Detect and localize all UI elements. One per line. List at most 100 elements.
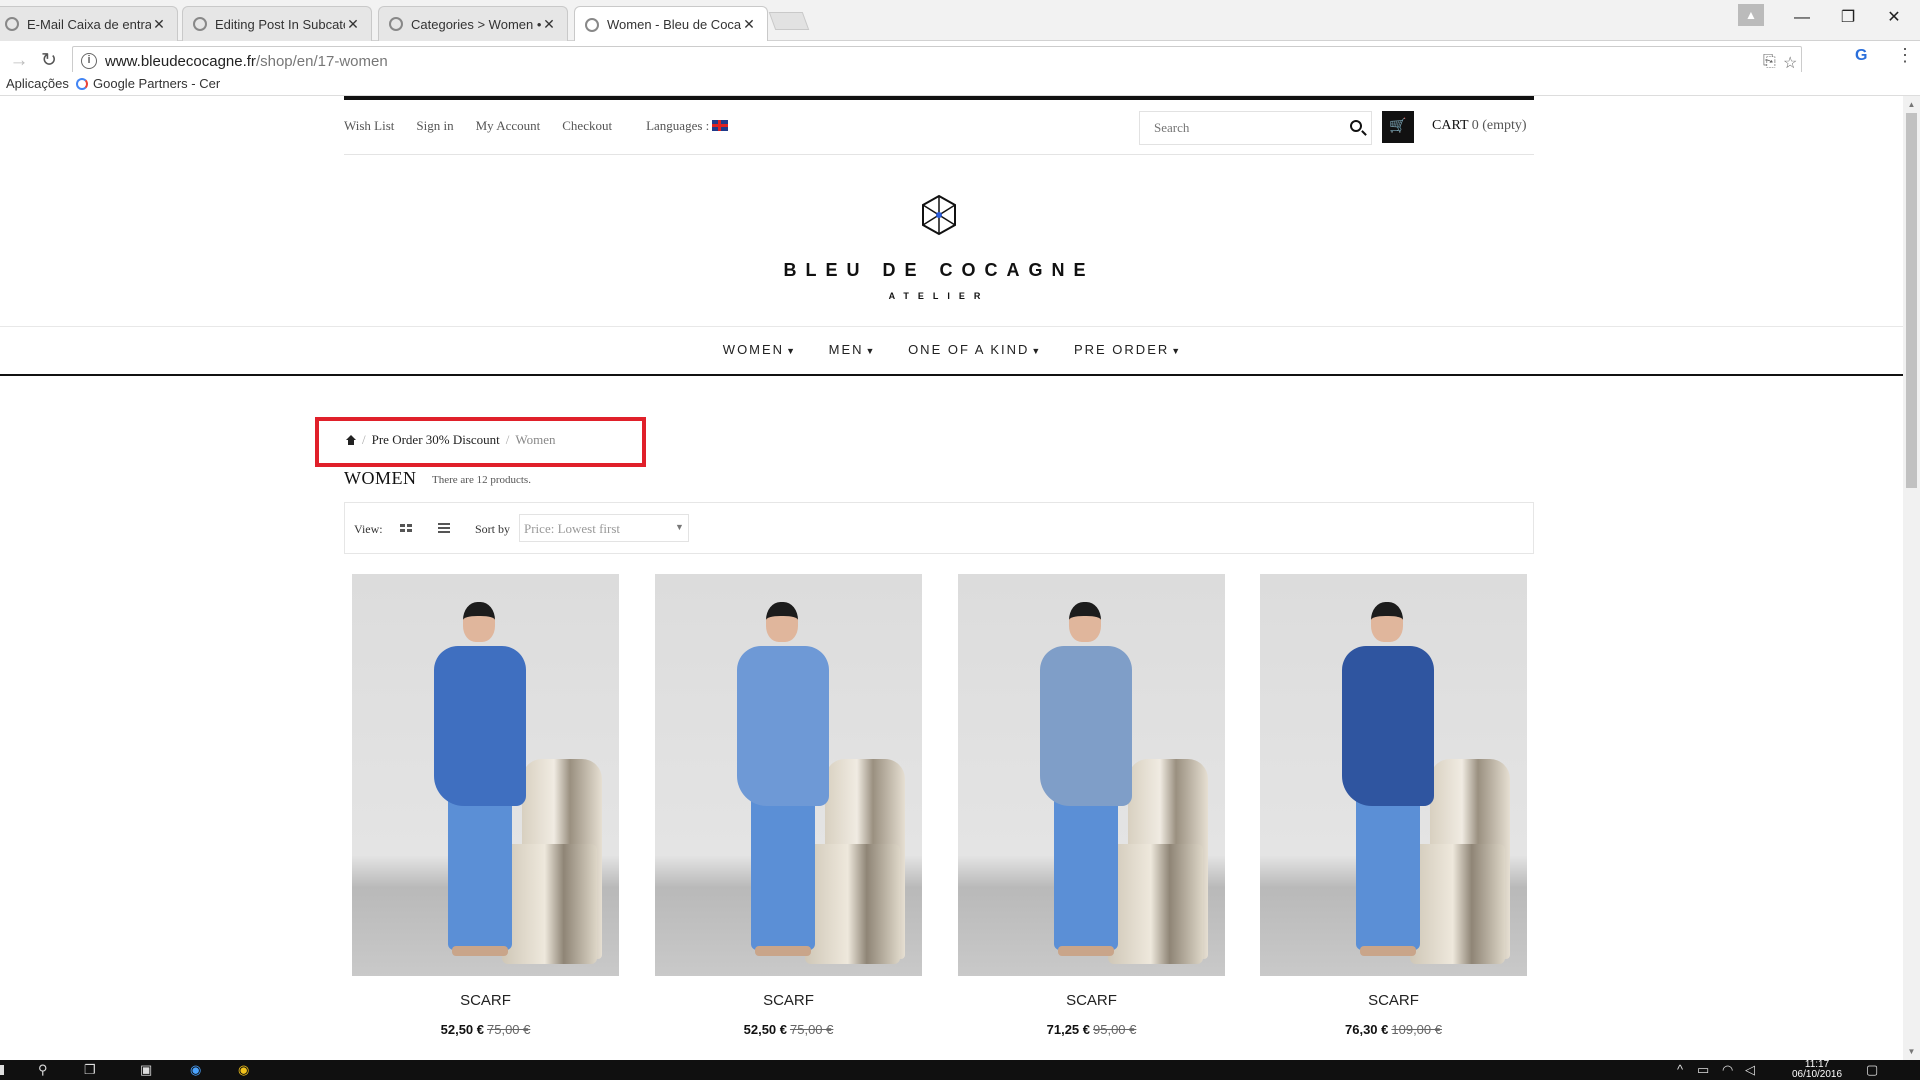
product-count: There are 12 products. [432, 474, 531, 486]
product-image[interactable] [655, 574, 922, 976]
search-icon[interactable] [1350, 120, 1362, 132]
checkout-link[interactable]: Checkout [562, 118, 612, 138]
product-price: 71,25 € [1046, 1022, 1090, 1037]
close-window-button[interactable]: ✕ [1872, 4, 1916, 32]
minimize-button[interactable]: — [1780, 4, 1824, 32]
back-arrow-icon[interactable]: → [6, 48, 32, 74]
image-detail [755, 946, 811, 956]
image-detail [737, 646, 829, 806]
site-favicon-icon [193, 17, 207, 31]
product-old-price: 109,00 € [1391, 1022, 1442, 1037]
translate-extension-icon[interactable]: G [1855, 47, 1867, 65]
clock-date: 06/10/2016 [1792, 1069, 1843, 1080]
page-viewport: Wish List Sign in My Account Checkout La… [0, 96, 1903, 1060]
close-icon[interactable]: ✕ [741, 16, 757, 33]
home-icon[interactable] [346, 435, 356, 445]
menu-item-one-of-a-kind[interactable]: ONE OF A KIND ▼ [908, 342, 1040, 357]
scroll-down-icon[interactable]: ▼ [1903, 1043, 1920, 1060]
menu-item-women[interactable]: WOMEN ▼ [723, 342, 795, 357]
grid-view-icon[interactable] [400, 524, 412, 532]
my-account-link[interactable]: My Account [476, 118, 541, 138]
browser-menu-icon[interactable]: ⋮ [1896, 45, 1914, 66]
product-name[interactable]: SCARF [958, 992, 1225, 1009]
reload-icon[interactable]: ↻ [36, 48, 62, 74]
product-name[interactable]: SCARF [352, 992, 619, 1009]
product-name[interactable]: SCARF [1260, 992, 1527, 1009]
image-detail [1069, 602, 1101, 642]
sort-label: Sort by [475, 522, 511, 536]
browser-tab[interactable]: Editing Post In Subcateg ✕ [182, 6, 372, 41]
image-detail [452, 946, 508, 956]
sort-select[interactable]: Price: Lowest first [519, 514, 689, 542]
caret-down-icon: ▼ [1031, 346, 1041, 356]
browser-tab[interactable]: Categories > Women • B ✕ [378, 6, 568, 41]
browser-tab-active[interactable]: Women - Bleu de Cocag ✕ [574, 6, 768, 42]
restore-button[interactable]: ❐ [1826, 4, 1870, 32]
tab-title: Editing Post In Subcateg [215, 16, 345, 32]
wishlist-link[interactable]: Wish List [344, 118, 394, 138]
browser-tab-bar: E-Mail Caixa de entrada ✕ Editing Post I… [0, 0, 1920, 42]
product-prices: 52,50 €75,00 € [352, 1022, 619, 1037]
product-price: 76,30 € [1345, 1022, 1389, 1037]
caret-down-icon: ▼ [865, 346, 875, 356]
brand-name[interactable]: BLEU DE COCAGNE [700, 260, 1178, 281]
bookmark-label: Google Partners - Cer [93, 76, 221, 91]
close-icon[interactable]: ✕ [151, 16, 167, 33]
product-image[interactable] [352, 574, 619, 976]
bookmark-star-icon[interactable]: ☆ [1783, 53, 1797, 73]
product-prices: 52,50 €75,00 € [655, 1022, 922, 1037]
cart-summary[interactable]: CART 0 (empty) [1432, 118, 1527, 134]
image-detail [805, 844, 900, 964]
product-price: 52,50 € [440, 1022, 484, 1037]
volume-icon[interactable]: ◁ [1745, 1062, 1755, 1078]
tray-chevron-icon[interactable]: ^ [1677, 1062, 1683, 1078]
browser-tab[interactable]: E-Mail Caixa de entrada ✕ [0, 6, 178, 41]
header-top-border [344, 96, 1534, 100]
caret-down-icon: ▼ [786, 346, 795, 356]
close-icon[interactable]: ✕ [345, 16, 361, 33]
close-icon[interactable]: ✕ [541, 16, 557, 33]
search-input[interactable] [1140, 112, 1340, 144]
brand-logo-icon[interactable] [920, 194, 958, 236]
bookmark-google-partners[interactable]: Google Partners - Cer [76, 76, 220, 91]
product-name[interactable]: SCARF [655, 992, 922, 1009]
translate-icon[interactable]: ⎘ [1763, 53, 1776, 71]
windows-start-icon[interactable] [0, 1065, 4, 1075]
info-icon[interactable]: i [81, 53, 97, 69]
scroll-up-icon[interactable]: ▲ [1903, 96, 1920, 113]
breadcrumb-separator: / [505, 432, 510, 447]
header-divider [344, 154, 1534, 155]
caret-down-icon: ▼ [675, 522, 684, 532]
menu-item-pre-order[interactable]: PRE ORDER ▼ [1074, 342, 1180, 357]
language-selector[interactable]: Languages : [646, 118, 729, 138]
menu-item-men[interactable]: MEN ▼ [829, 342, 875, 357]
menu-top-divider [0, 326, 1903, 327]
new-tab-button[interactable] [768, 12, 810, 30]
bookmark-apps[interactable]: Aplicações [6, 76, 69, 91]
breadcrumb-link-pre-order[interactable]: Pre Order 30% Discount [372, 432, 500, 447]
site-favicon-icon [585, 17, 599, 32]
list-view-icon[interactable] [438, 523, 450, 533]
page-scrollbar[interactable]: ▲ ▼ [1903, 96, 1920, 1060]
chrome-icon[interactable]: ◉ [238, 1062, 249, 1078]
product-image[interactable] [1260, 574, 1527, 976]
cart-button[interactable]: 🛒 [1382, 111, 1414, 143]
view-label: View: [354, 522, 383, 536]
notifications-icon[interactable]: ▢ [1866, 1062, 1878, 1078]
product-image[interactable] [958, 574, 1225, 976]
wifi-icon[interactable]: ◠ [1722, 1062, 1733, 1078]
tab-title: Women - Bleu de Cocag [607, 17, 741, 32]
url-text[interactable]: www.bleudecocagne.fr/shop/en/17-women [105, 53, 388, 70]
system-clock[interactable]: 11:17 06/10/2016 [1792, 1060, 1842, 1080]
task-view-icon[interactable]: ❐ [84, 1062, 96, 1078]
browser-app-icon[interactable]: ◉ [190, 1062, 201, 1078]
store-icon[interactable]: ▣ [140, 1062, 152, 1078]
scrollbar-thumb[interactable] [1906, 113, 1917, 488]
product-old-price: 75,00 € [487, 1022, 531, 1037]
battery-icon[interactable]: ▭ [1697, 1062, 1709, 1078]
search-icon[interactable]: ⚲ [38, 1062, 48, 1078]
user-profile-icon[interactable]: ▲ [1738, 4, 1764, 26]
menu-item-label: ONE OF A KIND [908, 342, 1030, 357]
sign-in-link[interactable]: Sign in [416, 118, 453, 138]
product-list-toolbar: View: Sort by Price: Lowest first ▼ [344, 502, 1534, 554]
